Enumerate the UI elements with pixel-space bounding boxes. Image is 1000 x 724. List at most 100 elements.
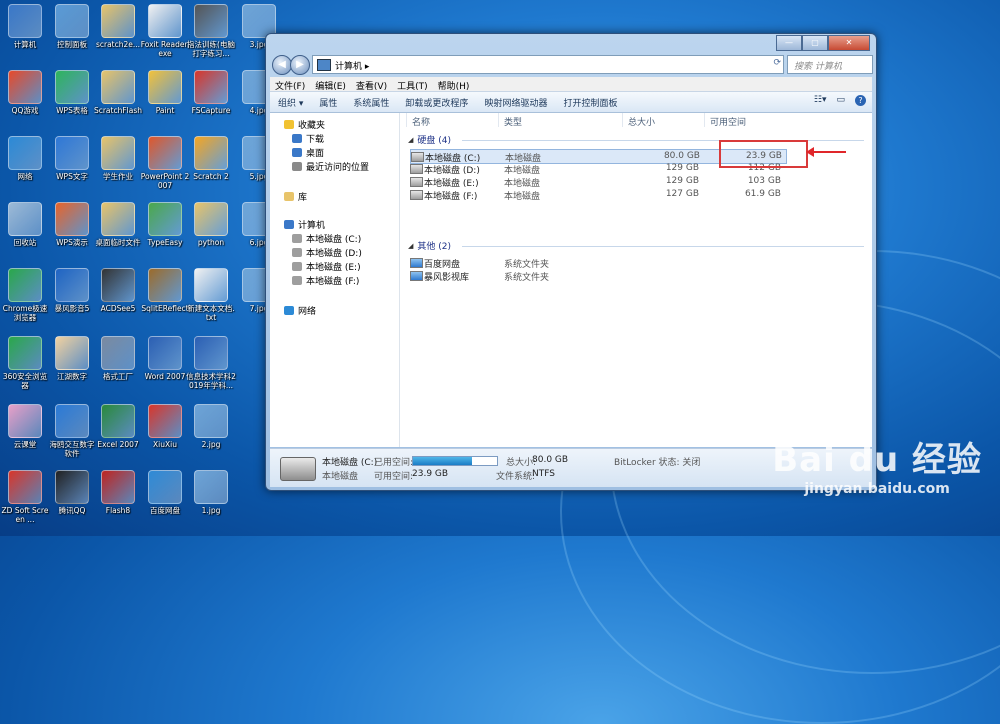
desktop-icon[interactable]: ScratchFlash [93,70,143,115]
desktop-icon[interactable]: 云课堂 [0,404,50,449]
desktop-icon[interactable]: 1.jpg [186,470,236,515]
address-bar[interactable]: 计算机 ▸ ⟳ [312,55,784,74]
app-icon [148,4,182,38]
column-header[interactable]: 总大小 [628,115,655,128]
toolbar-button[interactable]: 卸载或更改程序 [397,96,476,109]
desktop-icon[interactable]: Word 2007 [140,336,190,381]
desktop-icon[interactable]: 桌面临时文件 [93,202,143,247]
desktop-icon[interactable]: 腾讯QQ [47,470,97,515]
toolbar-button[interactable]: 打开控制面板 [555,96,625,109]
drive-row[interactable]: 本地磁盘 (F:) 本地磁盘 127 GB 61.9 GB [410,188,785,202]
desktop-icon-label: python [197,238,225,247]
group-hard-disks[interactable]: ◢ 硬盘 (4) [408,133,451,147]
desktop-icon[interactable]: ZD Soft Screen ... [0,470,50,524]
desktop-icon[interactable]: TypeEasy [140,202,190,247]
nav-item[interactable]: 下载 [292,132,324,145]
drive-type: 本地磁盘 [504,192,541,202]
drive-icon [410,164,423,174]
used-space-label: 已用空间: [374,458,414,468]
maximize-button[interactable]: ▢ [802,35,828,51]
menu-item[interactable]: 编辑(E) [310,77,351,92]
nav-item[interactable]: 本地磁盘 (D:) [292,246,362,259]
desktop-icon[interactable]: 新建文本文档.txt [186,268,236,322]
menu-item[interactable]: 帮助(H) [433,77,475,92]
desktop-icon[interactable]: WPS表格 [47,70,97,115]
desktop-icon[interactable]: 控制面板 [47,4,97,49]
desktop-icon[interactable]: 信息技术学科2019年学科... [186,336,236,390]
drive-name: 本地磁盘 (F:) [424,192,478,202]
desktop-icon[interactable]: Chrome极速浏览器 [0,268,50,322]
desktop-icon[interactable]: Foxit Reader.exe [140,4,190,58]
menu-item[interactable]: 文件(F) [270,77,310,92]
nav-item-label: 计算机 [298,221,326,231]
toolbar-button[interactable]: 属性 [311,96,345,109]
column-header[interactable]: 可用空间 [710,115,746,128]
menu-item[interactable]: 查看(V) [351,77,392,92]
back-button[interactable]: ◀ [272,55,292,75]
folder-row[interactable]: 暴风影视库 系统文件夹 [410,269,785,283]
desktop-icon[interactable]: QQ游戏 [0,70,50,115]
desktop-icon[interactable]: 学生作业 [93,136,143,181]
folder-row[interactable]: 百度网盘 系统文件夹 [410,256,785,270]
column-header[interactable]: 名称 [412,115,430,128]
menu-item[interactable]: 工具(T) [392,77,433,92]
address-text: 计算机 ▸ [335,62,370,72]
forward-button[interactable]: ▶ [290,55,310,75]
toolbar-button[interactable]: 系统属性 [345,96,397,109]
app-icon [101,202,135,236]
minimize-button[interactable]: — [776,35,802,51]
nav-item[interactable]: 桌面 [292,146,324,159]
desktop-icon[interactable]: XiuXiu [140,404,190,449]
desktop-icon[interactable]: 海鸥交互数字软件 [47,404,97,458]
desktop-icon[interactable]: WPS演示 [47,202,97,247]
nav-item[interactable]: 本地磁盘 (F:) [292,274,359,287]
collapse-icon: ◢ [408,241,414,250]
nav-item[interactable]: 网络 [284,304,316,317]
desktop-icon[interactable]: 360安全浏览器 [0,336,50,390]
desktop-icon[interactable]: FSCapture [186,70,236,115]
app-icon [101,404,135,438]
desktop-icon[interactable]: 计算机 [0,4,50,49]
desktop-icon[interactable]: SqlitEReflect [140,268,190,313]
nav-item[interactable]: 计算机 [284,218,325,231]
desktop-icon[interactable]: 指法训练(电脑打字练习... [186,4,236,58]
desktop-icon[interactable]: PowerPoint 2007 [140,136,190,190]
desktop-icon[interactable]: 2.jpg [186,404,236,449]
nav-item[interactable]: 收藏夹 [284,118,325,131]
help-icon[interactable]: ? [855,95,866,106]
desktop-icon[interactable]: 格式工厂 [93,336,143,381]
nav-item[interactable]: 最近访问的位置 [292,160,369,173]
toolbar-button[interactable]: 组织 ▾ [270,96,311,109]
preview-pane-icon[interactable]: ▭ [836,95,845,106]
refresh-icon[interactable]: ⟳ [773,58,781,68]
desktop-icon[interactable]: Paint [140,70,190,115]
column-header[interactable]: 类型 [504,115,522,128]
nav-item[interactable]: 库 [284,190,307,203]
app-icon [148,136,182,170]
desktop-icon[interactable]: Scratch 2 [186,136,236,181]
desktop-icon[interactable]: ACDSee5 [93,268,143,313]
caption-buttons: — ▢ ✕ [776,35,870,51]
desktop-icon[interactable]: WPS文字 [47,136,97,181]
nav-item[interactable]: 本地磁盘 (E:) [292,260,361,273]
desktop-icon[interactable]: 回收站 [0,202,50,247]
desktop-icon-label: 网络 [17,172,33,181]
group-others[interactable]: ◢ 其他 (2) [408,239,451,253]
close-button[interactable]: ✕ [828,35,870,51]
change-view-icon[interactable]: ☷▾ [814,95,827,106]
drive-row[interactable]: 本地磁盘 (E:) 本地磁盘 129 GB 103 GB [410,175,785,189]
desktop-icon[interactable]: Excel 2007 [93,404,143,449]
search-input[interactable]: 搜索 计算机 [787,55,873,74]
desktop-icon[interactable]: 暴风影音5 [47,268,97,313]
app-icon [8,470,42,504]
desktop-icon[interactable]: scratch2e... [93,4,143,49]
toolbar-button[interactable]: 映射网络驱动器 [476,96,555,109]
desktop-icon[interactable]: 江湖数字 [47,336,97,381]
desktop-icon[interactable]: 网络 [0,136,50,181]
nav-item[interactable]: 本地磁盘 (C:) [292,232,361,245]
desktop-icon[interactable]: Flash8 [93,470,143,515]
desktop-icon-label: 回收站 [13,238,37,247]
desktop-icon[interactable]: 百度网盘 [140,470,190,515]
desktop-icon[interactable]: python [186,202,236,247]
app-icon [194,268,228,302]
